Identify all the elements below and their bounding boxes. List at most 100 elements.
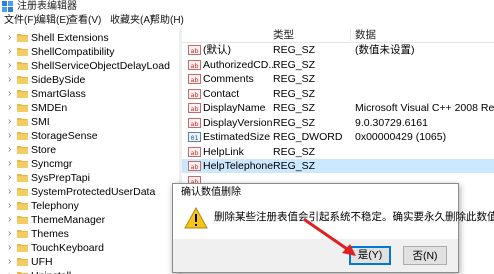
chevron-right-icon[interactable]: › <box>8 185 11 199</box>
chevron-right-icon[interactable]: › <box>8 171 11 185</box>
value-data: (数值未设置) <box>355 44 415 56</box>
tree-item[interactable]: › ShellServiceObjectDelayLoad <box>0 59 179 73</box>
folder-icon <box>17 132 28 140</box>
folder-icon <box>17 188 28 196</box>
value-row[interactable]: ab HelpLink REG_SZ <box>182 145 494 159</box>
value-name: (默认) <box>203 44 231 56</box>
chevron-right-icon[interactable]: › <box>8 199 11 213</box>
tree-item[interactable]: › Shell Extensions <box>0 31 179 45</box>
tree-item[interactable]: › Uninstall <box>0 269 179 274</box>
tree-item-label: SystemProtectedUserData <box>31 186 156 198</box>
value-row[interactable]: ab DisplayVersion REG_SZ 9.0.30729.6161 <box>182 116 494 130</box>
folder-icon <box>17 34 28 42</box>
value-row[interactable]: ab AuthorizedCD... REG_SZ <box>182 58 494 72</box>
tree-item[interactable]: › Telephony <box>0 199 179 213</box>
tree-item[interactable]: › SideBySide <box>0 73 179 87</box>
column-header-data[interactable]: 数据 <box>355 28 376 42</box>
value-data: 9.0.30729.6161 <box>355 116 428 129</box>
chevron-right-icon[interactable]: › <box>8 143 11 157</box>
value-type: REG_SZ <box>273 87 316 100</box>
chevron-right-icon[interactable]: › <box>8 45 11 59</box>
folder-icon <box>17 258 28 266</box>
chevron-right-icon[interactable]: › <box>8 213 11 227</box>
no-button[interactable]: 否(N) <box>403 246 447 265</box>
menu-file[interactable]: 文件(F) <box>4 14 37 28</box>
tree-item[interactable]: › SMDEn <box>0 101 179 115</box>
value-type: REG_DWORD <box>273 131 343 143</box>
folder-icon <box>17 160 28 168</box>
chevron-right-icon[interactable]: › <box>8 115 11 129</box>
value-list-header: 类型 数据 <box>182 28 494 43</box>
value-row[interactable]: 01 EstimatedSize REG_DWORD 0x00000429 (1065… <box>182 130 494 144</box>
tree-item-label: SmartGlass <box>31 88 86 100</box>
value-type: REG_SZ <box>273 116 316 129</box>
value-name: EstimatedSize <box>203 131 271 143</box>
tree-item[interactable]: › SystemProtectedUserData <box>0 185 179 199</box>
tree-item[interactable]: › TouchKeyboard <box>0 241 179 255</box>
title-bar: 注册表编辑器 <box>0 0 494 14</box>
value-row[interactable]: ab Contact REG_SZ <box>182 87 494 101</box>
value-row[interactable]: ab DisplayName REG_SZ Microsoft Visual C++ … <box>182 101 494 115</box>
svg-text:ab: ab <box>190 76 198 84</box>
value-name: AuthorizedCD... <box>203 58 278 71</box>
menu-favorites[interactable]: 收藏夹(A) <box>110 14 153 28</box>
dword-value-icon: 01 <box>188 132 201 142</box>
tree-item-label: SMI <box>31 116 50 128</box>
menu-help[interactable]: 帮助(H) <box>150 14 184 28</box>
tree-item[interactable]: › Syncmgr <box>0 157 179 171</box>
chevron-right-icon[interactable]: › <box>8 59 11 73</box>
chevron-right-icon[interactable]: › <box>8 101 11 115</box>
column-header-type[interactable]: 类型 <box>273 28 294 42</box>
value-name: DisplayVersion <box>203 116 273 129</box>
value-row[interactable]: ab HelpTelephone REG_SZ <box>182 159 494 173</box>
registry-tree[interactable]: › Shell Extensions › ShellCompatibility › She… <box>0 28 179 274</box>
menu-edit[interactable]: 编辑(E) <box>36 14 69 28</box>
chevron-right-icon[interactable]: › <box>8 31 11 45</box>
dialog-footer: 是(Y) 否(N) <box>173 239 458 272</box>
chevron-right-icon[interactable]: › <box>8 129 11 143</box>
tree-item[interactable]: › ShellCompatibility <box>0 45 179 59</box>
folder-icon <box>17 146 28 154</box>
tree-item[interactable]: › Themes <box>0 227 179 241</box>
dialog-message: 删除某些注册表值会引起系统不稳定。确实要永久删除此数值吗? <box>214 211 494 223</box>
chevron-right-icon[interactable]: › <box>8 87 11 101</box>
chevron-right-icon[interactable]: › <box>8 255 11 269</box>
chevron-right-icon[interactable]: › <box>8 157 11 171</box>
tree-item-label: ShellServiceObjectDelayLoad <box>31 60 170 72</box>
tree-item[interactable]: › Store <box>0 143 179 157</box>
tree-item-label: Shell Extensions <box>31 32 109 44</box>
tree-item-label: Telephony <box>31 200 79 212</box>
chevron-right-icon[interactable]: › <box>8 73 11 87</box>
confirm-delete-dialog: 确认数值删除 删除某些注册表值会引起系统不稳定。确实要永久删除此数值吗? 是(Y… <box>172 183 494 273</box>
chevron-right-icon[interactable]: › <box>8 227 11 241</box>
folder-icon <box>17 174 28 182</box>
chevron-right-icon[interactable]: › <box>8 269 11 274</box>
value-data: 0x00000429 (1065) <box>355 131 447 143</box>
value-type: REG_SZ <box>273 160 316 172</box>
tree-item-label: TouchKeyboard <box>31 242 104 254</box>
string-value-icon: ab <box>188 117 201 128</box>
tree-item[interactable]: › UFH <box>0 255 179 269</box>
tree-item-label: Syncmgr <box>31 158 73 170</box>
tree-item[interactable]: › SMI <box>0 115 179 129</box>
svg-text:ab: ab <box>190 91 198 99</box>
tree-item[interactable]: › SmartGlass <box>0 87 179 101</box>
yes-button[interactable]: 是(Y) <box>349 246 391 265</box>
svg-text:ab: ab <box>190 105 198 113</box>
value-row[interactable]: ab Comments REG_SZ <box>182 72 494 86</box>
chevron-right-icon[interactable]: › <box>8 241 11 255</box>
folder-icon <box>17 48 28 56</box>
value-name: HelpLink <box>203 145 244 158</box>
svg-text:ab: ab <box>190 47 198 55</box>
menu-bar: 文件(F) 编辑(E) 查看(V) 收藏夹(A) 帮助(H) <box>0 14 494 28</box>
menu-view[interactable]: 查看(V) <box>68 14 101 28</box>
tree-item[interactable]: › StorageSense <box>0 129 179 143</box>
tree-item[interactable]: › SysPrepTapi <box>0 171 179 185</box>
tree-item[interactable]: › ThemeManager <box>0 213 179 227</box>
string-value-icon: ab <box>188 88 201 99</box>
value-name: HelpTelephone <box>203 160 274 172</box>
tree-item-label: UFH <box>31 256 53 268</box>
value-row[interactable]: ab (默认) REG_SZ (数值未设置) <box>182 43 494 57</box>
column-divider[interactable] <box>350 29 351 41</box>
value-type: REG_SZ <box>273 102 316 114</box>
